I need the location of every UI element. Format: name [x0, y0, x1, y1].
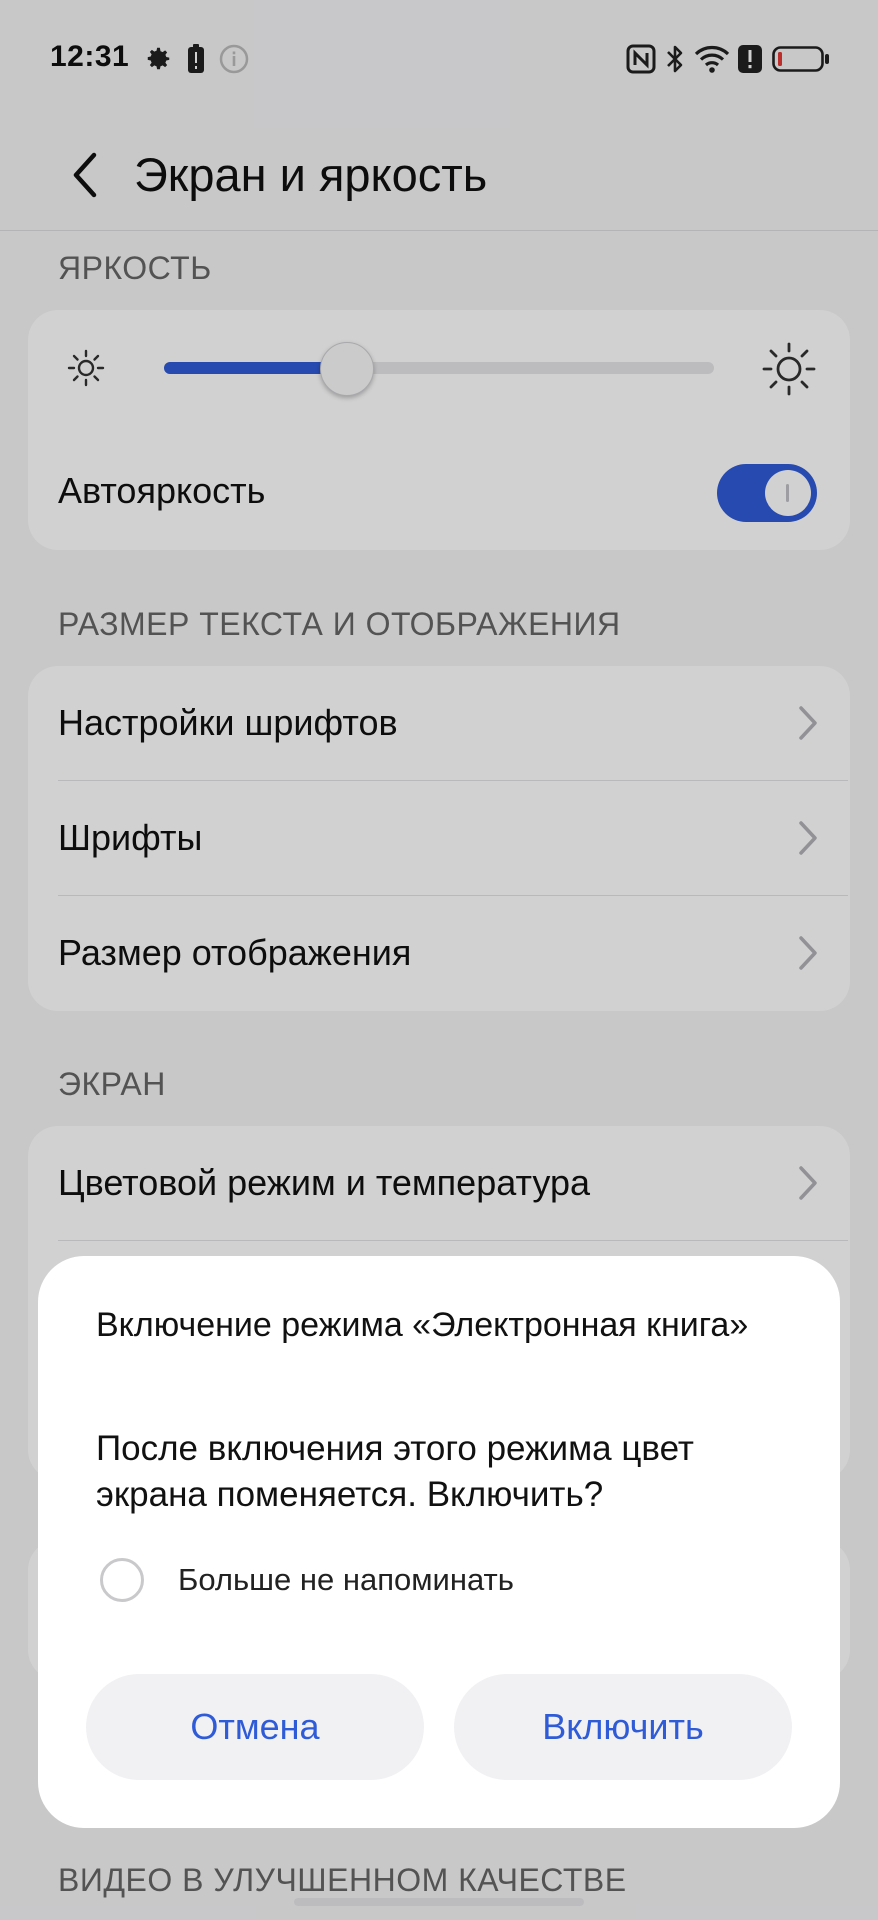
cancel-button[interactable]: Отмена	[86, 1674, 424, 1780]
ebook-mode-dialog: Включение режима «Электронная книга» Пос…	[38, 1256, 840, 1828]
gesture-navigation-bar[interactable]	[294, 1898, 584, 1906]
dont-remind-label: Больше не напоминать	[178, 1562, 514, 1597]
dialog-title: Включение режима «Электронная книга»	[96, 1306, 749, 1344]
dont-remind-checkbox-row[interactable]: Больше не напоминать	[100, 1554, 514, 1606]
settings-screen: 12:31 Экран и яркость ЯРКОСТЬ Автояркост…	[0, 0, 878, 1920]
dont-remind-checkbox[interactable]	[100, 1558, 144, 1602]
enable-button[interactable]: Включить	[454, 1674, 792, 1780]
dialog-message: После включения этого режима цвет экрана…	[96, 1429, 694, 1514]
